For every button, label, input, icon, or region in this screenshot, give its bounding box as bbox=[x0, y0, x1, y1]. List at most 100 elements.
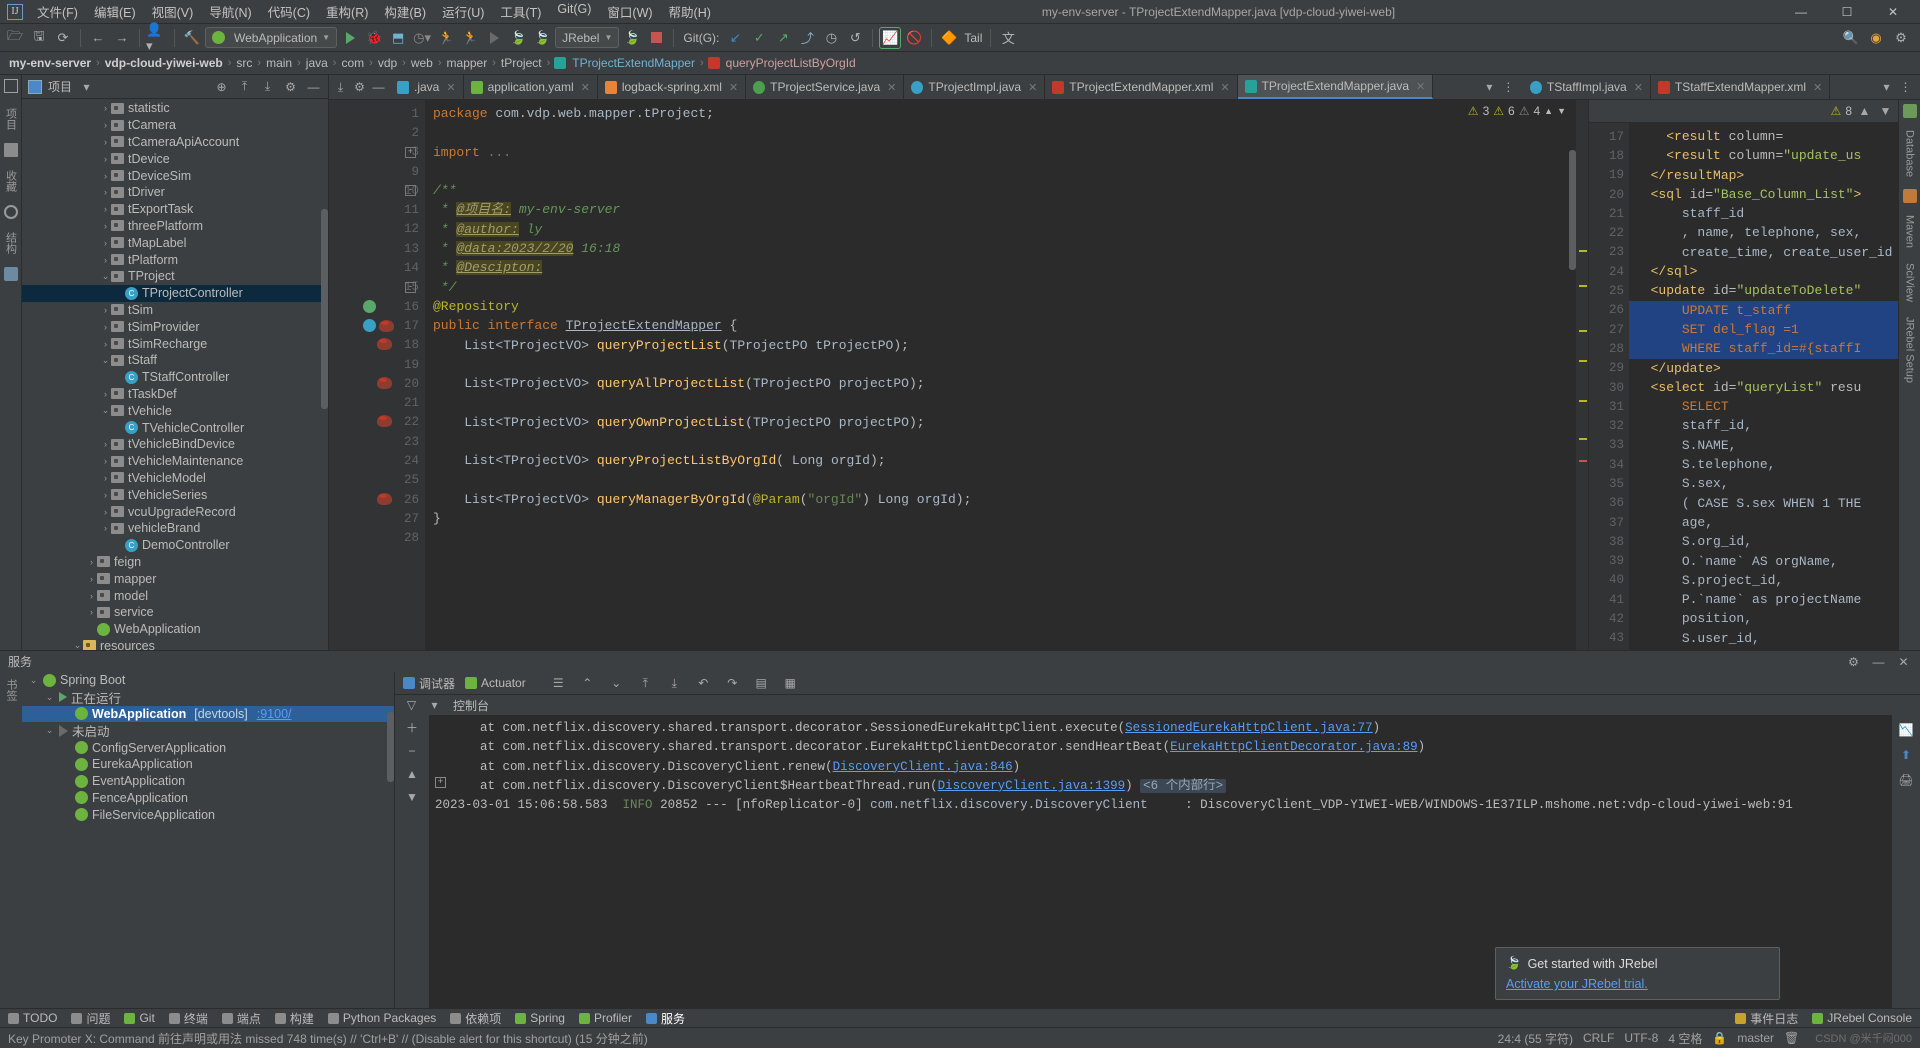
xml-line[interactable]: , name, telephone, sex, bbox=[1629, 223, 1898, 242]
service-root-spring-boot[interactable]: ⌄Spring Boot bbox=[22, 672, 394, 689]
code-line[interactable] bbox=[425, 162, 1576, 181]
editor-tab-.java[interactable]: .java✕ bbox=[390, 75, 464, 99]
mybatis-gutter-icon[interactable] bbox=[377, 338, 391, 352]
menu-item-10[interactable]: 窗口(W) bbox=[599, 0, 660, 23]
tree-node-tVehicleModel[interactable]: ›tVehicleModel bbox=[22, 470, 328, 487]
database-icon[interactable] bbox=[1903, 104, 1917, 118]
breadcrumb-item-7[interactable]: web bbox=[408, 56, 436, 70]
chevron-right-icon[interactable]: › bbox=[100, 238, 111, 248]
tree-node-feign[interactable]: ›feign bbox=[22, 554, 328, 571]
fold-toggle-icon[interactable]: - bbox=[405, 185, 416, 196]
code-line[interactable]: List<TProjectVO> queryProjectListByOrgId… bbox=[425, 451, 1576, 470]
xml-line[interactable]: S.sex, bbox=[1629, 474, 1898, 493]
chevron-right-icon[interactable]: › bbox=[86, 557, 97, 567]
layout-icon[interactable]: ▤ bbox=[753, 675, 770, 692]
chart-icon[interactable]: 📈 bbox=[879, 27, 901, 49]
close-tab-icon[interactable]: ✕ bbox=[887, 81, 896, 94]
search-icon[interactable]: 🔍 bbox=[1840, 27, 1862, 49]
line-number[interactable]: 23 bbox=[329, 432, 425, 451]
line-number[interactable]: 14 bbox=[329, 258, 425, 277]
editor-tab-logback-spring.xml[interactable]: logback-spring.xml✕ bbox=[598, 75, 746, 99]
chevron-right-icon[interactable]: › bbox=[100, 490, 111, 500]
tool-window-button-问题[interactable]: 问题 bbox=[71, 1010, 110, 1027]
code-line[interactable]: */ bbox=[425, 278, 1576, 297]
expand-down-icon[interactable]: ⌄ bbox=[608, 675, 625, 692]
git-branch-indicator[interactable]: master bbox=[1737, 1031, 1774, 1045]
tree-node-tVehicleSeries[interactable]: ›tVehicleSeries bbox=[22, 486, 328, 503]
remove-icon[interactable]: − bbox=[404, 742, 421, 759]
code-line[interactable] bbox=[425, 432, 1576, 451]
close-tab-icon[interactable]: ✕ bbox=[1416, 80, 1425, 93]
chevron-right-icon[interactable]: › bbox=[86, 607, 97, 617]
scroll-down-icon[interactable]: ▼ bbox=[404, 788, 421, 805]
xml-line[interactable]: <select id="queryList" resu bbox=[1629, 378, 1898, 397]
menu-item-7[interactable]: 运行(U) bbox=[434, 0, 492, 23]
breadcrumb-item-8[interactable]: mapper bbox=[444, 56, 491, 70]
line-number[interactable]: 20 bbox=[329, 374, 425, 393]
chevron-right-icon[interactable]: › bbox=[86, 574, 97, 584]
expand-all-icon[interactable]: ⤒ bbox=[236, 78, 253, 95]
breadcrumb-item-11[interactable]: queryProjectListByOrgId bbox=[723, 56, 859, 70]
tool-window-button-构建[interactable]: 构建 bbox=[275, 1010, 314, 1027]
menu-item-9[interactable]: Git(G) bbox=[549, 0, 599, 23]
fold-toggle-icon[interactable]: + bbox=[405, 147, 416, 158]
sidebar-item-project[interactable]: 项目 bbox=[2, 105, 20, 133]
save-icon[interactable]: 🖫 bbox=[28, 27, 50, 49]
indent-setting[interactable]: 4 空格 bbox=[1668, 1030, 1702, 1047]
close-tab-icon[interactable]: ✕ bbox=[1634, 81, 1643, 94]
collapse-up-icon[interactable]: ⤒ bbox=[637, 675, 654, 692]
run-configuration-selector[interactable]: WebApplication ▼ bbox=[205, 27, 337, 48]
line-number[interactable]: 10- bbox=[329, 181, 425, 200]
menu-item-0[interactable]: 文件(F) bbox=[29, 0, 86, 23]
tree-node-TVehicleController[interactable]: CTVehicleController bbox=[22, 419, 328, 436]
prev-problem-icon[interactable]: ▲ bbox=[1856, 103, 1873, 120]
sidebar-item-structure[interactable]: 结构 bbox=[2, 229, 20, 257]
open-folder-icon[interactable]: 🗁 bbox=[4, 27, 26, 49]
editor-tab-TProjectExtendMapper.xml[interactable]: TProjectExtendMapper.xml✕ bbox=[1045, 75, 1237, 99]
locate-icon[interactable]: ⊕ bbox=[213, 78, 230, 95]
close-button[interactable]: ✕ bbox=[1870, 0, 1916, 24]
tool-window-button-服务[interactable]: 服务 bbox=[646, 1010, 685, 1027]
tree-node-tVehicleBindDevice[interactable]: ›tVehicleBindDevice bbox=[22, 436, 328, 453]
xml-line[interactable]: staff_id bbox=[1629, 204, 1898, 223]
breadcrumb-item-10[interactable]: TProjectExtendMapper bbox=[569, 56, 698, 70]
mybatis-gutter-icon[interactable] bbox=[377, 415, 391, 429]
settings-icon[interactable]: ⚙ bbox=[1890, 27, 1912, 49]
xml-line[interactable]: ( CASE S.sex WHEN 1 THE bbox=[1629, 494, 1898, 513]
tree-node-tDriver[interactable]: ›tDriver bbox=[22, 184, 328, 201]
service-node-FileServiceApplication[interactable]: FileServiceApplication bbox=[22, 806, 394, 823]
sidebar-item-sciview[interactable]: SciView bbox=[1903, 260, 1917, 305]
trash-icon[interactable]: 🗑 bbox=[1784, 1031, 1799, 1045]
hide-icon[interactable]: ✕ bbox=[1895, 653, 1912, 670]
hide-icon[interactable]: — bbox=[370, 79, 387, 96]
chevron-down-icon[interactable]: ⌄ bbox=[100, 405, 111, 416]
close-tab-icon[interactable]: ✕ bbox=[446, 81, 455, 94]
line-number[interactable]: 21 bbox=[329, 393, 425, 412]
editor-tab-application.yaml[interactable]: application.yaml✕ bbox=[464, 75, 598, 99]
profiler-icon[interactable]: ◷▾ bbox=[411, 27, 433, 49]
commit-icon[interactable] bbox=[4, 205, 18, 219]
git-rollback-icon[interactable]: ↺ bbox=[844, 27, 866, 49]
project-tool-icon[interactable] bbox=[4, 79, 18, 93]
git-history-icon[interactable]: ◷ bbox=[820, 27, 842, 49]
close-tab-icon[interactable]: ✕ bbox=[1028, 81, 1037, 94]
tree-node-tStaff[interactable]: ⌄tStaff bbox=[22, 352, 328, 369]
inspection-widget[interactable]: ⚠ 3 ⚠ 6 ⚠ 4 ▲ ▼ bbox=[1468, 104, 1566, 118]
more-vertical-icon[interactable]: ⋮ bbox=[1500, 79, 1517, 96]
translate-icon[interactable]: 文 bbox=[997, 27, 1019, 49]
folder-icon[interactable] bbox=[4, 143, 18, 157]
prev-problem-icon[interactable]: ▲ bbox=[1544, 106, 1553, 116]
chevron-down-icon[interactable]: ⌄ bbox=[100, 271, 111, 282]
code-line[interactable]: * @author: ly bbox=[425, 220, 1576, 239]
tool-window-button-Python Packages[interactable]: Python Packages bbox=[328, 1011, 436, 1025]
tree-node-tMapLabel[interactable]: ›tMapLabel bbox=[22, 234, 328, 251]
code-line[interactable]: /** bbox=[425, 181, 1576, 200]
xml-line[interactable]: SET del_flag =1 bbox=[1629, 320, 1898, 339]
tab-debugger[interactable]: 调试器 bbox=[403, 675, 455, 692]
chevron-right-icon[interactable]: › bbox=[100, 204, 111, 214]
jrebel-run-icon[interactable]: 🏃 bbox=[435, 27, 457, 49]
line-number[interactable]: 27 bbox=[329, 509, 425, 528]
sidebar-item-jrebel-setup[interactable]: JRebel Setup bbox=[1903, 314, 1917, 386]
maven-icon[interactable] bbox=[1903, 189, 1917, 203]
tail-icon[interactable]: 🔶 bbox=[938, 27, 960, 49]
